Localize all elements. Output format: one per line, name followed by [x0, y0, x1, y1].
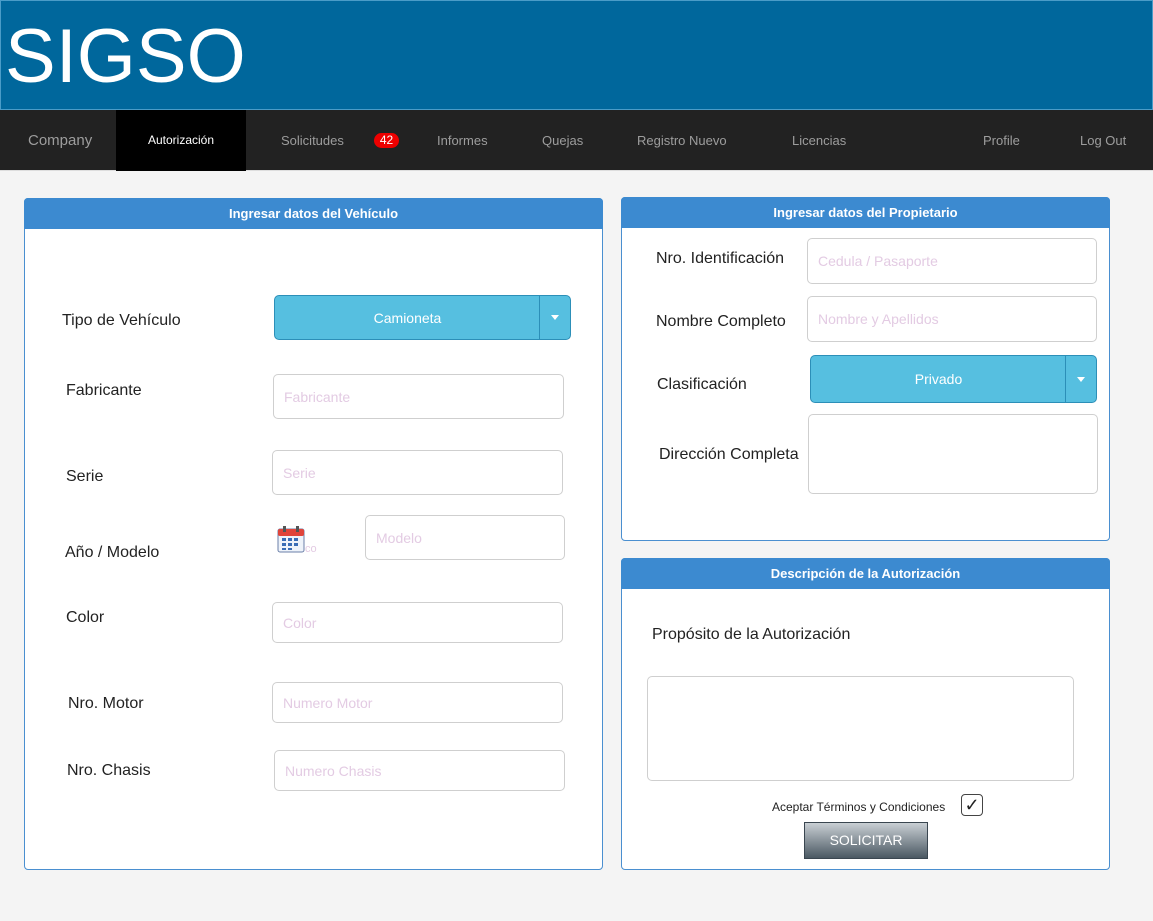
solicitar-button[interactable]: SOLICITAR [804, 822, 928, 859]
modelo-input[interactable] [365, 515, 565, 560]
serie-label: Serie [66, 468, 104, 485]
nav-informes[interactable]: Informes [437, 110, 488, 171]
tipo-vehiculo-label: Tipo de Vehículo [62, 312, 181, 329]
identificacion-label: Nro. Identificación [656, 250, 785, 267]
nav-logout[interactable]: Log Out [1080, 110, 1126, 171]
tipo-vehiculo-select[interactable]: Camioneta [274, 295, 571, 340]
direccion-textarea[interactable] [808, 414, 1098, 494]
solicitudes-count-badge: 42 [374, 133, 399, 148]
proposito-label: Propósito de la Autorización [652, 626, 851, 643]
clasificacion-value: Privado [914, 371, 963, 387]
nav-registro-nuevo[interactable]: Registro Nuevo [637, 110, 727, 171]
nombre-label: Nombre Completo [656, 313, 786, 330]
nav-brand[interactable]: Company [28, 110, 92, 171]
app-logo: SIGSO [5, 14, 246, 99]
nav-quejas[interactable]: Quejas [542, 110, 583, 171]
color-input[interactable] [272, 602, 563, 643]
authorization-panel-title: Descripción de la Autorización [621, 558, 1110, 589]
fabricante-input[interactable] [273, 374, 564, 419]
nav-profile[interactable]: Profile [983, 110, 1020, 171]
clasificacion-select[interactable]: Privado [810, 355, 1097, 403]
nav-solicitudes[interactable]: Solicitudes [281, 110, 344, 171]
identificacion-input[interactable] [807, 238, 1097, 284]
chasis-label: Nro. Chasis [67, 762, 151, 779]
chevron-down-icon[interactable] [1065, 356, 1096, 402]
nav-licencias[interactable]: Licencias [792, 110, 846, 171]
motor-input[interactable] [272, 682, 563, 723]
terms-checkbox[interactable]: ✓ [961, 794, 983, 816]
chasis-input[interactable] [274, 750, 565, 791]
tipo-vehiculo-value: Camioneta [373, 309, 442, 326]
motor-label: Nro. Motor [68, 695, 144, 712]
terms-label: Aceptar Términos y Condiciones [772, 800, 946, 814]
nav-autorizacion[interactable]: Autorización [116, 110, 246, 171]
nombre-input[interactable] [807, 296, 1097, 342]
fabricante-label: Fabricante [66, 382, 142, 399]
chevron-down-icon[interactable] [539, 296, 570, 339]
owner-panel-title: Ingresar datos del Propietario [621, 197, 1110, 228]
app-header: SIGSO [0, 0, 1153, 110]
serie-input[interactable] [272, 450, 563, 495]
proposito-textarea[interactable] [647, 676, 1074, 781]
navbar: Company Autorización Solicitudes Informe… [0, 110, 1153, 171]
clasificacion-label: Clasificación [657, 376, 747, 393]
direccion-label: Dirección Completa [659, 446, 799, 463]
color-label: Color [66, 609, 105, 626]
calendar-icon[interactable] [277, 525, 305, 553]
calendar-ghost-text: co [305, 543, 317, 555]
vehicle-panel-title: Ingresar datos del Vehículo [24, 198, 603, 229]
anio-modelo-label: Año / Modelo [65, 544, 160, 561]
